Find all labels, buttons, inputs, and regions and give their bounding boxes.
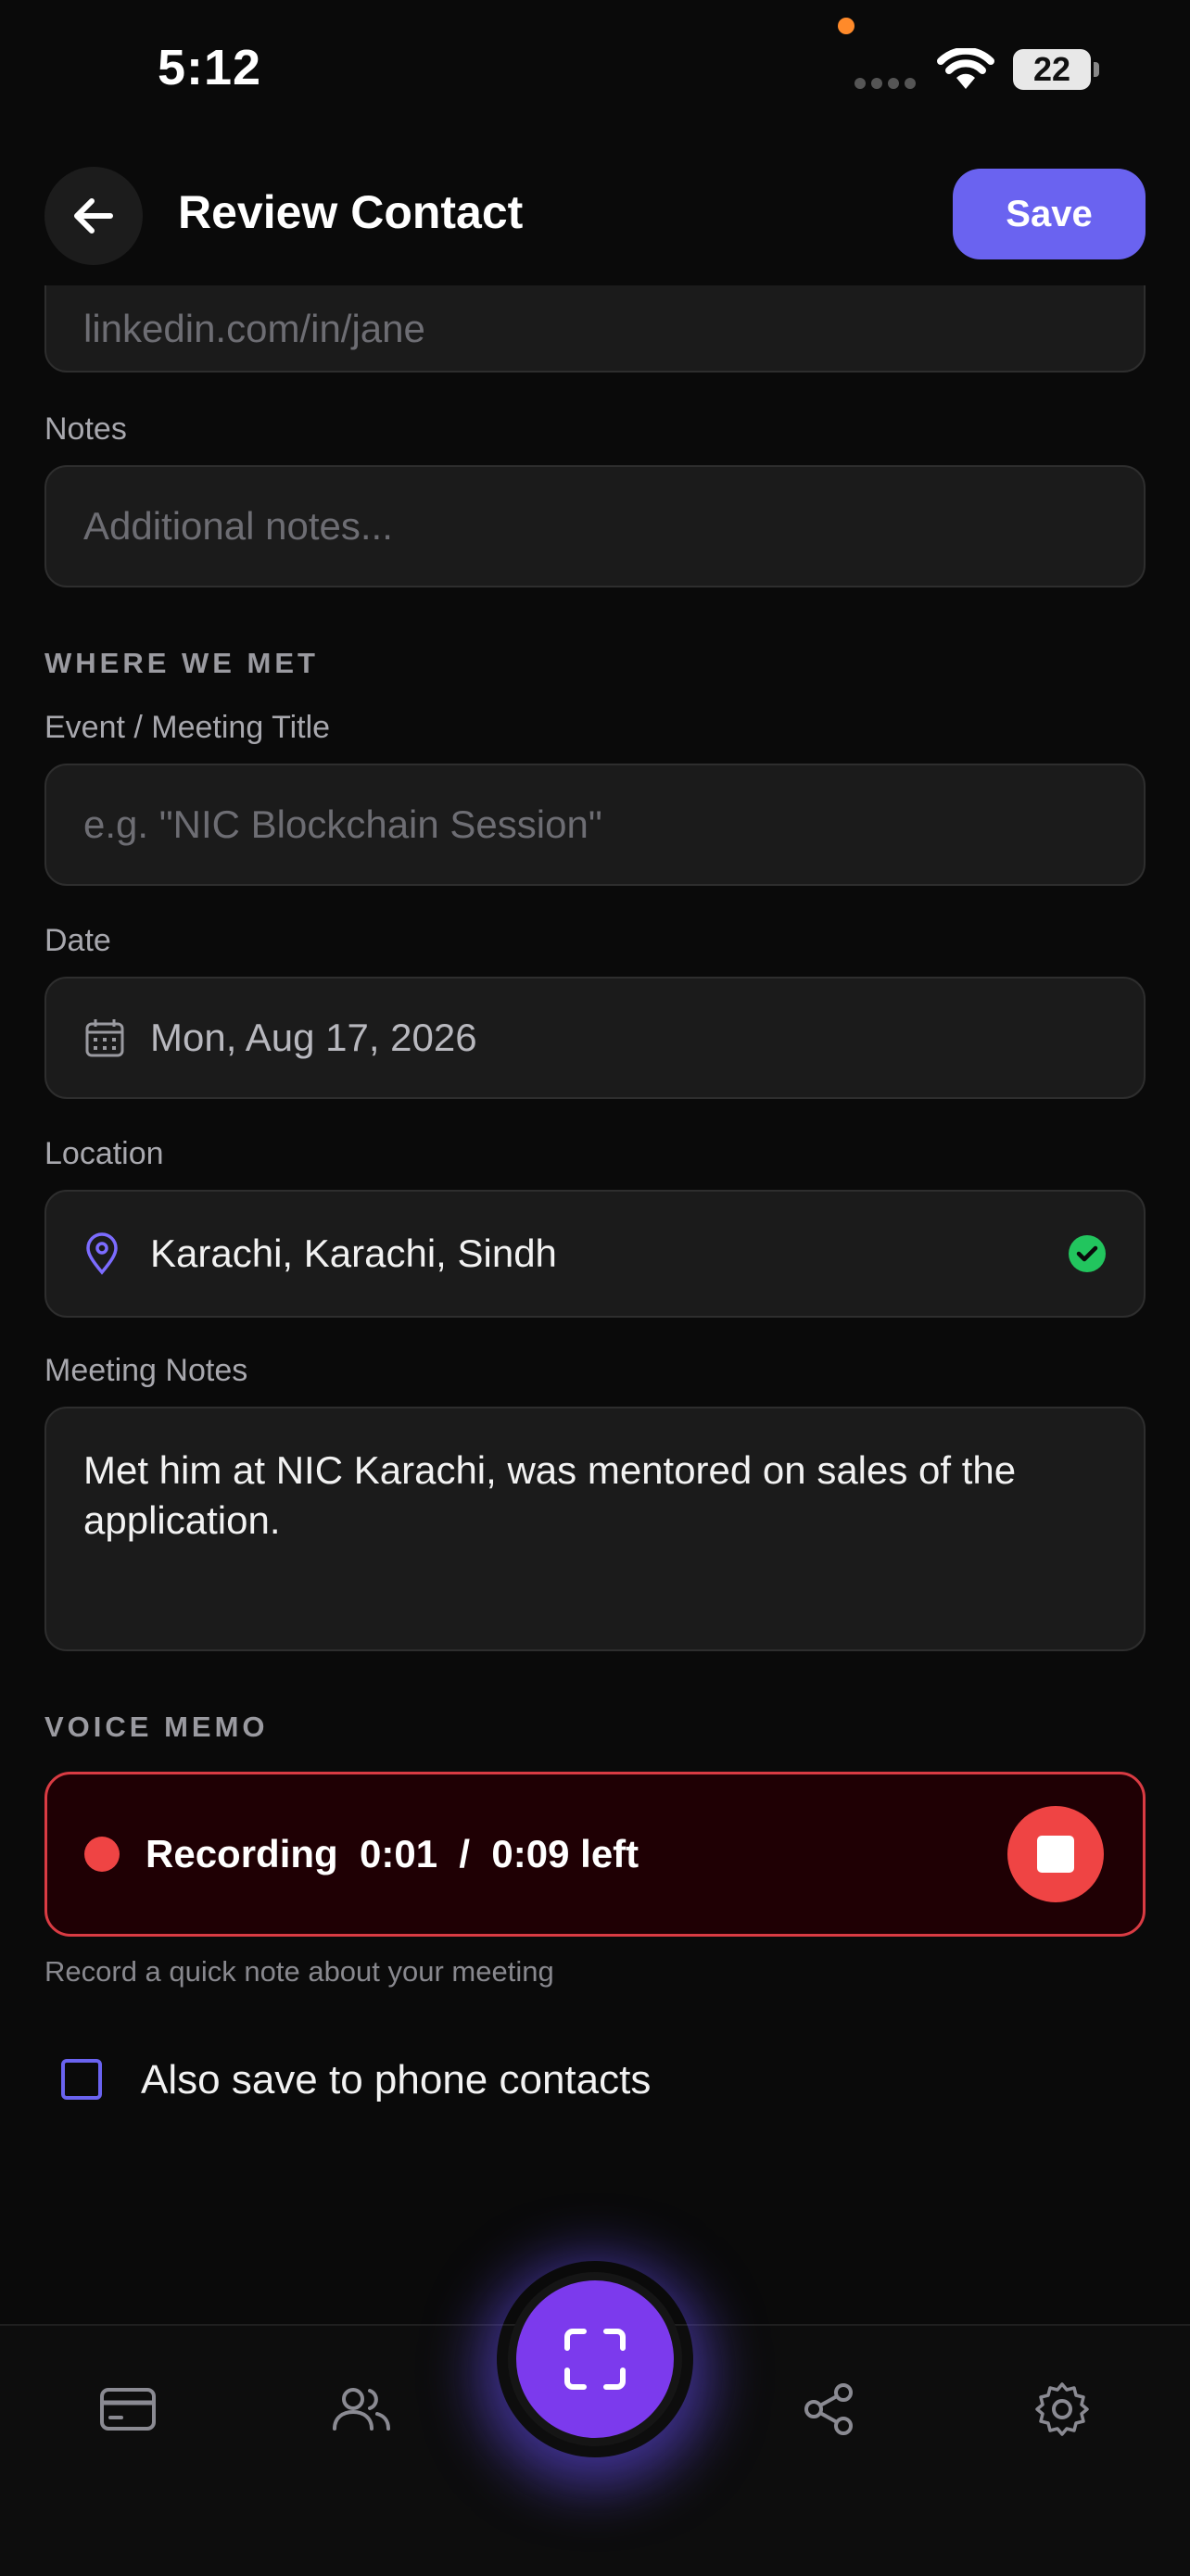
tab-share[interactable] bbox=[791, 2372, 866, 2446]
recording-indicator bbox=[84, 1837, 120, 1872]
wifi-icon bbox=[936, 46, 995, 95]
location-value: Karachi, Karachi, Sindh bbox=[150, 1231, 557, 1275]
notes-input[interactable]: Additional notes... bbox=[44, 465, 1146, 587]
stop-recording-button[interactable] bbox=[1007, 1806, 1104, 1902]
phone-contacts-label[interactable]: Also save to phone contacts bbox=[141, 2057, 651, 2103]
date-value: Mon, Aug 17, 2026 bbox=[150, 1016, 477, 1059]
tab-contacts[interactable] bbox=[324, 2372, 399, 2446]
phone-contacts-checkbox[interactable] bbox=[61, 2059, 102, 2100]
voice-memo-heading: VOICE MEMO bbox=[44, 1711, 269, 1743]
save-button[interactable]: Save bbox=[953, 169, 1146, 259]
stop-icon bbox=[1037, 1836, 1074, 1873]
location-field[interactable]: Karachi, Karachi, Sindh bbox=[44, 1190, 1146, 1318]
tab-settings[interactable] bbox=[1025, 2372, 1099, 2446]
meeting-notes-textarea[interactable]: Met him at NIC Karachi, was mentored on … bbox=[44, 1407, 1146, 1651]
cellular-signal-icon bbox=[855, 78, 919, 89]
contacts-icon bbox=[333, 2388, 390, 2431]
notes-placeholder: Additional notes... bbox=[83, 504, 393, 548]
voice-memo-hint: Record a quick note about your meeting bbox=[44, 1955, 554, 1988]
scan-button[interactable] bbox=[508, 2272, 682, 2446]
event-label: Event / Meeting Title bbox=[44, 710, 331, 745]
calendar-icon bbox=[85, 1019, 124, 1057]
map-pin-icon bbox=[86, 1232, 118, 1275]
battery-icon: 22 bbox=[1013, 49, 1091, 90]
meeting-notes-label: Meeting Notes bbox=[44, 1353, 248, 1388]
meeting-notes-value: Met him at NIC Karachi, was mentored on … bbox=[83, 1448, 1017, 1542]
recording-status: Recording 0:01 / 0:09 left bbox=[146, 1832, 639, 1875]
event-title-input[interactable]: e.g. "NIC Blockchain Session" bbox=[44, 764, 1146, 886]
voice-memo-recorder: Recording 0:01 / 0:09 left bbox=[44, 1772, 1146, 1937]
verified-check-icon bbox=[1069, 1235, 1106, 1272]
page-title: Review Contact bbox=[178, 186, 524, 238]
scan-icon bbox=[564, 2329, 626, 2390]
linkedin-input[interactable]: linkedin.com/in/jane bbox=[44, 285, 1146, 373]
settings-icon bbox=[1035, 2382, 1089, 2436]
camera-indicator bbox=[838, 18, 855, 34]
form-content: linkedin.com/in/jane Notes Additional no… bbox=[0, 285, 1190, 2324]
status-time: 5:12 bbox=[158, 40, 262, 95]
tab-cards[interactable] bbox=[91, 2372, 165, 2446]
notes-label: Notes bbox=[44, 411, 127, 447]
linkedin-placeholder: linkedin.com/in/jane bbox=[83, 307, 425, 350]
card-icon bbox=[100, 2388, 156, 2431]
arrow-left-icon bbox=[74, 198, 113, 234]
back-button[interactable] bbox=[44, 167, 143, 265]
where-we-met-heading: WHERE WE MET bbox=[44, 647, 319, 679]
battery-nub bbox=[1094, 62, 1099, 77]
location-label: Location bbox=[44, 1136, 164, 1171]
date-field[interactable]: Mon, Aug 17, 2026 bbox=[44, 977, 1146, 1099]
event-placeholder: e.g. "NIC Blockchain Session" bbox=[83, 802, 602, 846]
date-label: Date bbox=[44, 923, 111, 958]
share-icon bbox=[804, 2383, 853, 2435]
